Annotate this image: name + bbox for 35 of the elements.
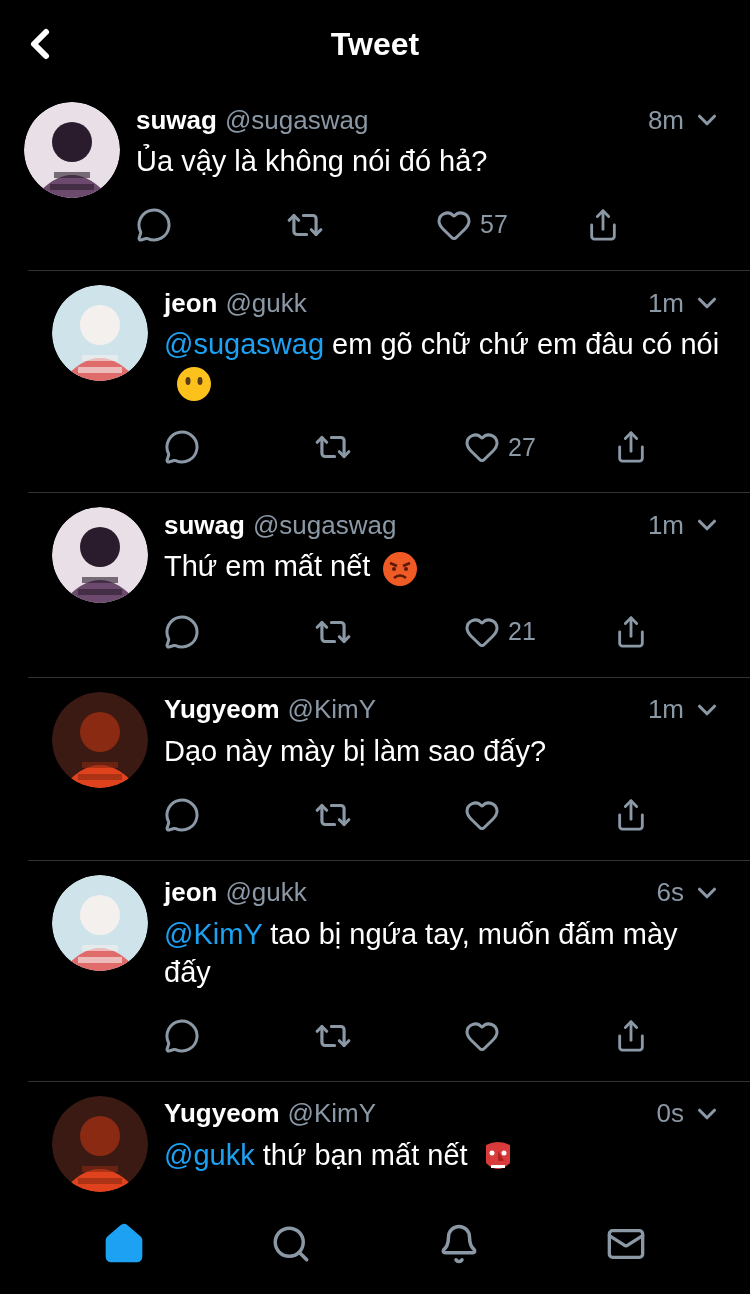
display-name: jeon [164, 876, 218, 910]
tweet-text: Dạo này mày bị làm sao đấy? [164, 733, 548, 769]
user-handle: @KimY [287, 693, 377, 727]
page-title: Tweet [330, 25, 420, 64]
timestamp: 1m [647, 693, 684, 727]
like-count: 21 [508, 615, 536, 647]
tweet-text: Thứ em mất nết [164, 547, 722, 587]
reply-icon[interactable] [136, 207, 172, 243]
display-name: jeon [164, 286, 218, 320]
user-handle: @gukk [225, 876, 307, 910]
reply-icon[interactable] [164, 429, 200, 466]
display-name: suwag [136, 103, 217, 137]
tweet-text: @KimY tao bị ngứa tay, muốn đấm mày đấy [164, 916, 679, 990]
user-handle: @sugaswag [224, 103, 369, 137]
timestamp: 6s [656, 876, 684, 910]
like-count: 27 [508, 431, 536, 463]
display-name: suwag [164, 508, 245, 542]
tweet-text: Ủa vậy là không nói đó hả? [136, 143, 489, 179]
timestamp: 8m [647, 103, 684, 137]
tweet-text: @sugaswag em gõ chữ chứ em đâu có nói [164, 325, 722, 403]
user-handle: @sugaswag [252, 508, 397, 542]
reply-icon[interactable] [164, 1017, 200, 1054]
display-name: Yugyeom [164, 693, 280, 727]
display-name: Yugyeom [164, 1097, 280, 1131]
face-emoji-icon [176, 366, 212, 403]
user-handle: @gukk [225, 286, 307, 320]
reply-icon[interactable] [164, 796, 200, 833]
like-count: 57 [480, 209, 508, 241]
angry-face-icon [382, 550, 419, 587]
user-handle: @KimY [287, 1097, 377, 1131]
timestamp: 1m [647, 286, 684, 320]
timestamp: 0s [656, 1097, 684, 1131]
tweet-text: @gukk thứ bạn mất nết [164, 1135, 722, 1176]
timestamp: 1m [647, 508, 684, 542]
reply-icon[interactable] [164, 613, 200, 650]
